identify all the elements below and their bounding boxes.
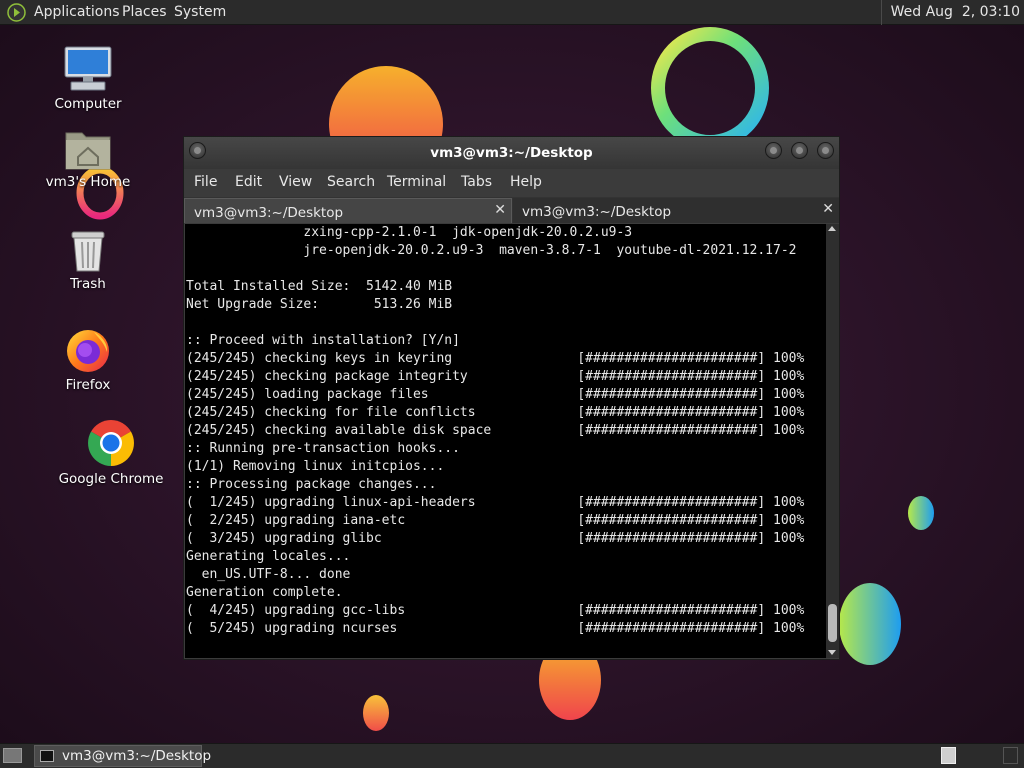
desktop-icon-trash[interactable]: Trash bbox=[33, 229, 143, 292]
taskbar-item-label: vm3@vm3:~/Desktop bbox=[62, 748, 212, 764]
desktop-icon-label: Computer bbox=[54, 96, 122, 112]
tab-close-icon[interactable]: ✕ bbox=[494, 202, 506, 218]
computer-icon bbox=[64, 46, 112, 91]
tab-close-icon[interactable]: ✕ bbox=[822, 201, 834, 217]
tab-2[interactable]: vm3@vm3:~/Desktop ✕ bbox=[513, 198, 839, 223]
menu-help[interactable]: Help bbox=[510, 174, 542, 190]
system-menu[interactable]: System bbox=[174, 4, 226, 20]
desktop-icon-label: Firefox bbox=[65, 377, 111, 393]
desktop-icon-computer[interactable]: Computer bbox=[33, 45, 143, 112]
chrome-icon bbox=[88, 420, 134, 466]
clock[interactable]: Wed Aug 2, 03:10 bbox=[880, 0, 1024, 25]
trash-icon bbox=[71, 231, 105, 272]
workspace-2[interactable] bbox=[1003, 747, 1018, 764]
scrollbar-thumb[interactable] bbox=[828, 604, 837, 642]
menu-search[interactable]: Search bbox=[327, 174, 375, 190]
terminal-icon bbox=[40, 750, 54, 762]
taskbar-item-terminal[interactable]: vm3@vm3:~/Desktop bbox=[34, 745, 211, 767]
desktop-icon-chrome[interactable]: Google Chrome bbox=[56, 418, 166, 487]
desktop-icon-home[interactable]: vm3's Home bbox=[33, 127, 143, 190]
tab-1[interactable]: vm3@vm3:~/Desktop ✕ bbox=[184, 198, 512, 223]
tab-label: vm3@vm3:~/Desktop bbox=[194, 205, 344, 221]
terminal-window: vm3@vm3:~/Desktop File Edit View Search … bbox=[183, 136, 840, 660]
workspace-1[interactable] bbox=[941, 747, 956, 764]
desktop-icon-label: Trash bbox=[70, 276, 106, 292]
home-folder-icon bbox=[65, 132, 111, 170]
terminal-scrollbar[interactable] bbox=[826, 224, 839, 658]
desktop-icon-label: vm3's Home bbox=[45, 174, 131, 190]
close-button[interactable] bbox=[817, 142, 834, 159]
scroll-down-icon[interactable] bbox=[828, 650, 836, 655]
desktop-icon-label: Google Chrome bbox=[58, 471, 164, 487]
terminal-output[interactable]: zxing-cpp-2.1.0-1 jdk-openjdk-20.0.2.u9-… bbox=[185, 224, 826, 658]
scroll-up-icon[interactable] bbox=[828, 226, 836, 231]
places-menu[interactable]: Places bbox=[122, 4, 167, 20]
minimize-button[interactable] bbox=[765, 142, 782, 159]
menu-edit[interactable]: Edit bbox=[235, 174, 262, 190]
window-titlebar[interactable]: vm3@vm3:~/Desktop bbox=[184, 137, 839, 169]
show-desktop-icon[interactable] bbox=[3, 748, 22, 763]
bottom-panel: vm3@vm3:~/Desktop bbox=[0, 743, 1024, 768]
top-panel: Applications Places System Wed Aug 2, 03… bbox=[0, 0, 1024, 25]
tab-bar: vm3@vm3:~/Desktop ✕ vm3@vm3:~/Desktop ✕ bbox=[184, 197, 839, 223]
desktop-icon-firefox[interactable]: Firefox bbox=[33, 326, 143, 393]
menu-tabs[interactable]: Tabs bbox=[461, 174, 492, 190]
menu-logo-icon[interactable] bbox=[7, 3, 26, 22]
tab-label: vm3@vm3:~/Desktop bbox=[522, 204, 672, 220]
menu-view[interactable]: View bbox=[279, 174, 312, 190]
menu-terminal[interactable]: Terminal bbox=[387, 174, 446, 190]
applications-menu[interactable]: Applications bbox=[34, 4, 120, 20]
terminal-text: zxing-cpp-2.1.0-1 jdk-openjdk-20.0.2.u9-… bbox=[186, 225, 805, 636]
window-menubar: File Edit View Search Terminal Tabs Help bbox=[184, 169, 839, 196]
window-title: vm3@vm3:~/Desktop bbox=[430, 145, 593, 161]
menu-file[interactable]: File bbox=[194, 174, 217, 190]
maximize-button[interactable] bbox=[791, 142, 808, 159]
firefox-icon bbox=[67, 330, 109, 372]
